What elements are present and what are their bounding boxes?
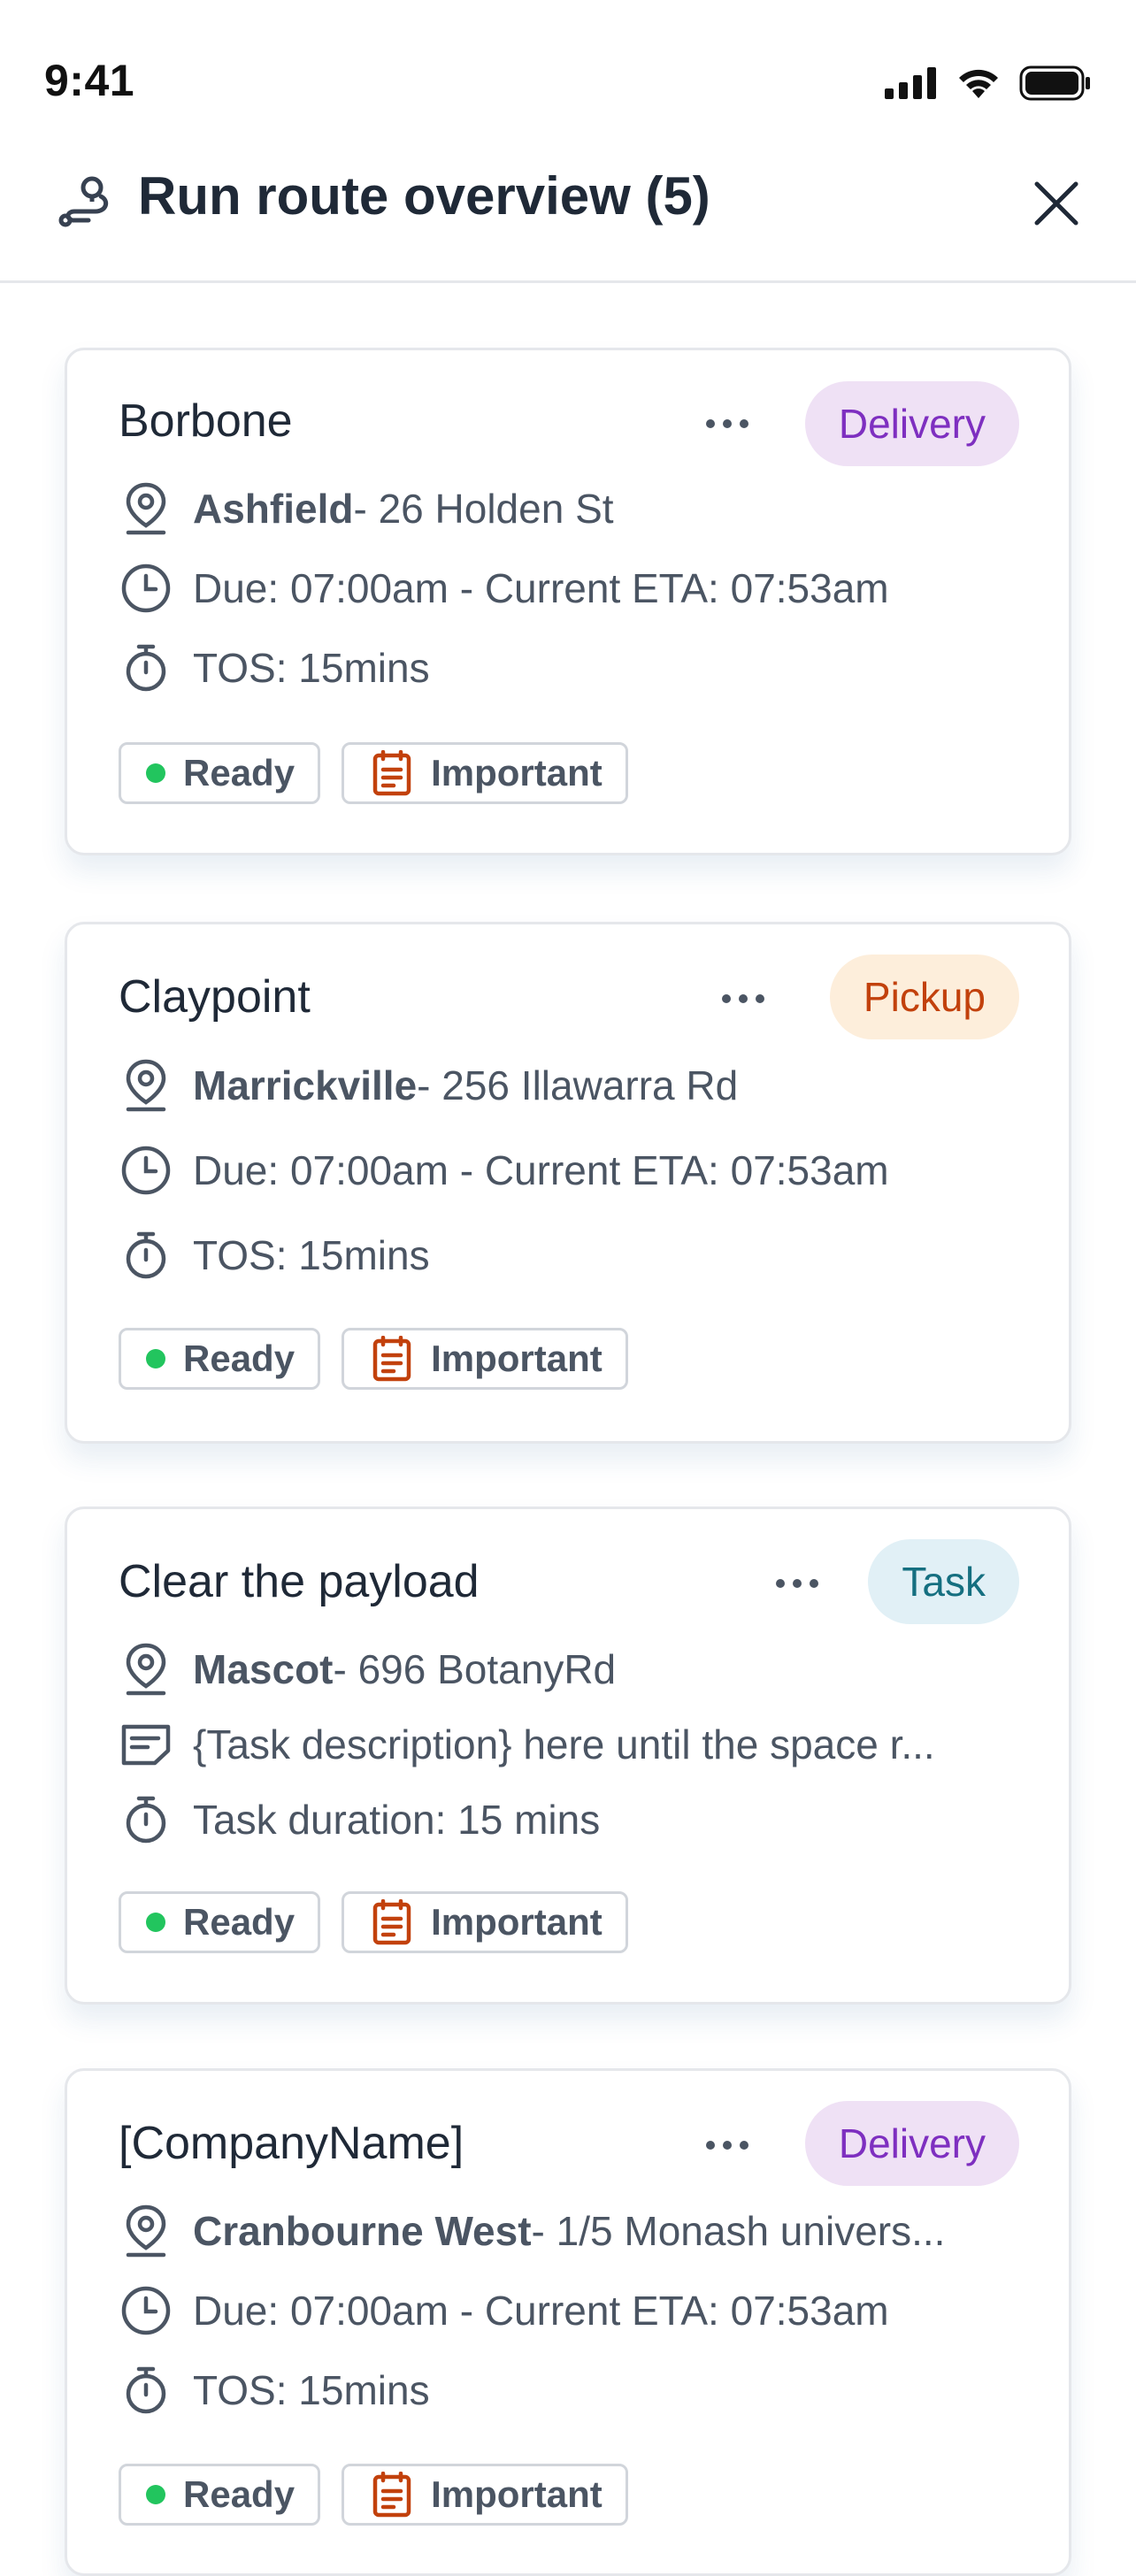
eta-text: Due: 07:00am - Current ETA: 07:53am (193, 2288, 889, 2334)
duration-text: Task duration: 15 mins (193, 1797, 601, 1843)
address-row: Marrickville - 256 Illawarra Rd (119, 1058, 738, 1113)
location-pin-icon (126, 1059, 166, 1112)
status-bar: 9:41 (0, 0, 1136, 168)
stop-type-badge: Delivery (804, 381, 1019, 466)
stop-name: Claypoint (119, 971, 311, 1023)
clipboard-icon (372, 1336, 411, 1382)
stopwatch-icon (126, 1231, 166, 1279)
more-options-button[interactable] (762, 1566, 833, 1601)
status-icons (885, 65, 1092, 101)
duration-text: TOS: 15mins (193, 1232, 430, 1278)
status-dot (146, 2485, 165, 2504)
cellular-signal-icon (885, 67, 936, 99)
status-chip-ready: Ready (119, 1328, 321, 1390)
stop-name: Clear the payload (119, 1556, 480, 1607)
eta-row: Due: 07:00am - Current ETA: 07:53am (119, 561, 889, 616)
eta-row: Due: 07:00am - Current ETA: 07:53am (119, 1143, 889, 1198)
eta-row: Due: 07:00am - Current ETA: 07:53am (119, 2283, 889, 2338)
status-dot (146, 1349, 165, 1368)
more-options-button[interactable] (708, 981, 779, 1016)
duration-row: TOS: 15mins (119, 640, 430, 695)
clipboard-icon (372, 1899, 411, 1945)
status-dot (146, 1913, 165, 1932)
page-title: Run route overview (5) (138, 166, 710, 226)
duration-row: TOS: 15mins (119, 2363, 430, 2418)
clock-icon (121, 564, 171, 613)
street-address: - 1/5 Monash univers... (531, 2208, 946, 2254)
stop-name: [CompanyName] (119, 2118, 464, 2169)
stop-card[interactable]: Borbone Delivery Ashfield - 26 Holden St… (65, 348, 1071, 855)
suburb: Mascot (193, 1646, 334, 1692)
more-options-button[interactable] (692, 406, 763, 441)
route-icon (58, 176, 109, 227)
stop-type-badge: Delivery (804, 2101, 1019, 2186)
stopwatch-icon (126, 644, 166, 692)
stop-name: Borbone (119, 395, 293, 447)
duration-row: TOS: 15mins (119, 1228, 430, 1283)
street-address: - 256 Illawarra Rd (417, 1062, 739, 1108)
clipboard-icon (372, 2472, 411, 2518)
suburb: Cranbourne West (193, 2208, 532, 2254)
clock-icon (121, 1146, 171, 1195)
close-icon (1034, 181, 1078, 226)
stop-card[interactable]: Clear the payload Task Mascot - 696 Bota… (65, 1506, 1071, 2005)
battery-icon (1019, 65, 1090, 101)
task-description: {Task description} here until the space … (193, 1721, 935, 1767)
street-address: - 26 Holden St (353, 486, 614, 532)
stop-type-badge: Pickup (829, 954, 1019, 1039)
close-button[interactable] (1021, 168, 1092, 239)
status-dot (146, 763, 165, 783)
tag-list: Ready Important (119, 1891, 628, 1953)
eta-text: Due: 07:00am - Current ETA: 07:53am (193, 1147, 889, 1193)
status-chip-ready: Ready (119, 742, 321, 804)
header: Run route overview (5) (0, 146, 1136, 283)
address-row: Ashfield - 26 Holden St (119, 481, 614, 536)
location-pin-icon (126, 482, 166, 535)
tag-list: Ready Important (119, 742, 628, 804)
stop-type-badge: Task (868, 1539, 1019, 1624)
clipboard-icon (372, 750, 411, 796)
clock-icon (121, 2286, 171, 2335)
suburb: Ashfield (193, 486, 354, 532)
tag-list: Ready Important (119, 1328, 628, 1390)
street-address: - 696 BotanyRd (333, 1646, 617, 1692)
location-pin-icon (126, 1643, 166, 1696)
suburb: Marrickville (193, 1062, 418, 1108)
stopwatch-icon (126, 2366, 166, 2414)
address-row: Cranbourne West - 1/5 Monash univers... (119, 2204, 945, 2258)
duration-row: Task duration: 15 mins (119, 1792, 600, 1847)
eta-text: Due: 07:00am - Current ETA: 07:53am (193, 565, 889, 611)
important-chip: Important (342, 1328, 628, 1390)
note-icon (121, 1724, 171, 1766)
address-row: Mascot - 696 BotanyRd (119, 1642, 616, 1697)
status-chip-ready: Ready (119, 1891, 321, 1953)
description-row: {Task description} here until the space … (119, 1717, 935, 1772)
location-pin-icon (126, 2204, 166, 2258)
important-chip: Important (342, 1891, 628, 1953)
stopwatch-icon (126, 1796, 166, 1844)
stop-card[interactable]: [CompanyName] Delivery Cranbourne West -… (65, 2068, 1071, 2576)
duration-text: TOS: 15mins (193, 2367, 430, 2413)
stop-card[interactable]: Claypoint Pickup Marrickville - 256 Illa… (65, 922, 1071, 1444)
wifi-icon (959, 69, 998, 98)
more-options-button[interactable] (692, 2128, 763, 2163)
duration-text: TOS: 15mins (193, 645, 430, 691)
status-time: 9:41 (44, 56, 135, 105)
important-chip: Important (342, 742, 628, 804)
